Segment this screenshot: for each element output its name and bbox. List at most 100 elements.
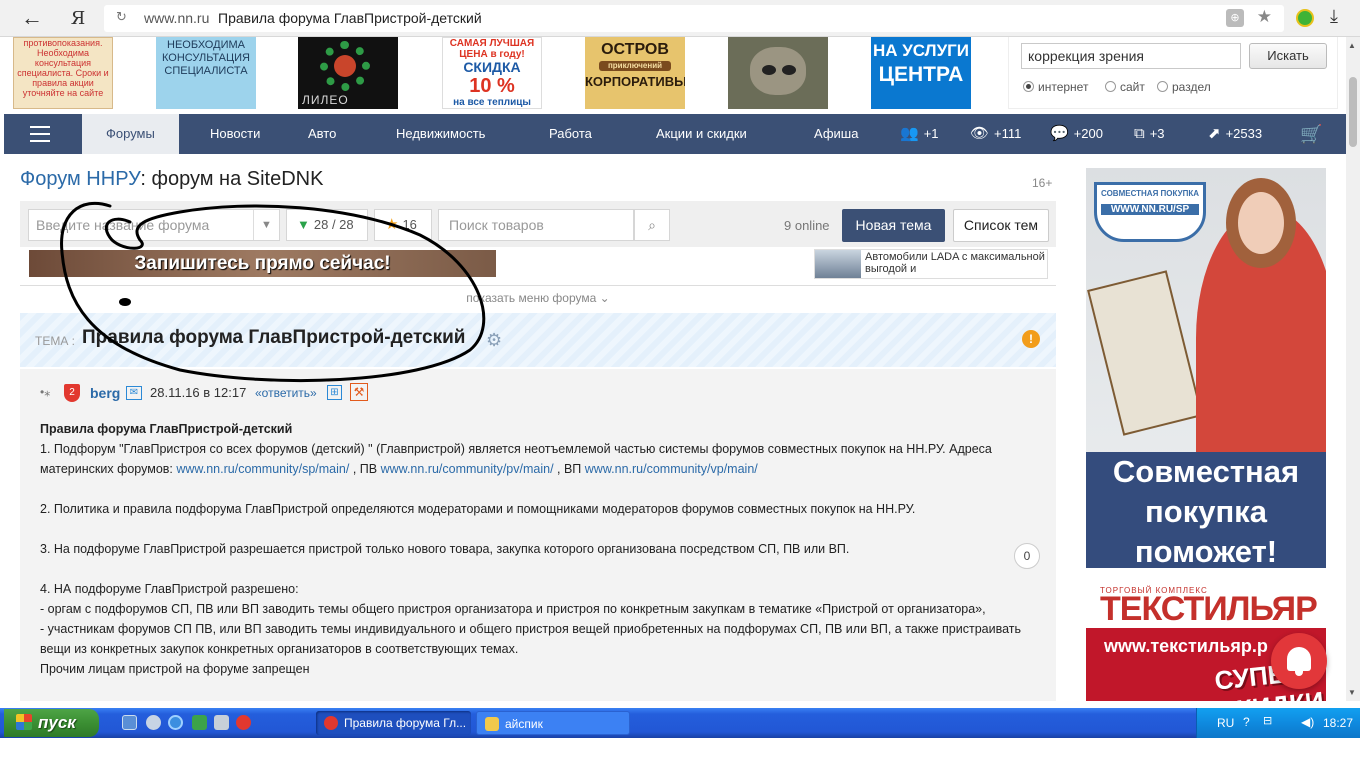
forum-toolbar: Введите название форума ▼ ▼ 28 / 28 ★ 16 По… — [20, 201, 1056, 247]
ad-banner-center[interactable]: НА УСЛУГИ ЦЕНТРА — [871, 37, 971, 109]
volume-icon[interactable]: ◀) — [1301, 715, 1314, 729]
reload-icon[interactable]: ↻ — [116, 9, 127, 25]
bookmark-star-icon[interactable]: ★ — [1257, 7, 1272, 27]
topic-header: ТЕМА : Правила форума ГлавПристрой-детск… — [20, 313, 1056, 367]
age-rating-badge: 16+ — [1032, 176, 1053, 190]
rating-arrow-icon: ⬈ — [1208, 125, 1221, 142]
forum-link-sp[interactable]: www.nn.ru/community/sp/main/ — [176, 462, 349, 476]
nav-events[interactable]: Афиша — [814, 114, 858, 154]
start-button[interactable]: пуск — [4, 709, 99, 737]
alert-icon[interactable]: ! — [1022, 330, 1040, 348]
task-label: Правила форума Гл... — [344, 716, 467, 730]
search-icon[interactable]: ⌕ — [634, 209, 670, 241]
shield-icon[interactable] — [192, 715, 207, 730]
nav-stat-windows[interactable]: ⧉ +3 — [1134, 114, 1165, 154]
ad-center-top: НА УСЛУГИ — [872, 41, 970, 60]
site-search-button[interactable]: Искать — [1249, 43, 1327, 69]
ad-banner-medical[interactable]: противопоказания. Необходима консультаци… — [13, 37, 113, 109]
topic-title: Правила форума ГлавПристрой-детский — [82, 327, 466, 348]
nav-forums[interactable]: Форумы — [82, 114, 179, 154]
post-text: , ВП — [553, 462, 585, 476]
help-icon[interactable]: ? — [1243, 715, 1250, 729]
ad-banner-island[interactable]: ОСТРОВ приключений КОРПОРАТИВЫ — [585, 37, 685, 109]
nav-stat-friends[interactable]: 👥 +1 — [900, 114, 939, 154]
side-ad-joint-purchase[interactable]: СОВМЕСТНАЯ ПОКУПКА WWW.NN.RU/SP Совместн… — [1086, 168, 1326, 568]
cart-icon[interactable]: 🛒 — [1300, 124, 1322, 145]
nav-realty[interactable]: Недвижимость — [396, 114, 485, 154]
mail-icon[interactable]: ✉ — [126, 386, 142, 400]
ad-island-bottom: КОРПОРАТИВЫ — [585, 74, 685, 89]
search-scope-internet[interactable]: интернет — [1023, 80, 1088, 94]
sp-ad-caption: Совместная покупка поможет! — [1086, 452, 1326, 568]
ad-banner-signup[interactable]: Запишитесь прямо сейчас! — [29, 250, 496, 277]
radio-icon — [1157, 81, 1168, 92]
nav-news[interactable]: Новости — [210, 114, 260, 154]
ad-banner-lileo[interactable]: ЛИЛЕО — [298, 37, 398, 109]
ad-banner-raccoon[interactable] — [728, 37, 828, 109]
scroll-thumb[interactable] — [1349, 77, 1357, 147]
sp-logo-top: СОВМЕСТНАЯ ПОКУПКА — [1100, 189, 1199, 198]
scroll-down-arrow-icon[interactable]: ▼ — [1348, 688, 1356, 697]
address-bar[interactable]: ↻ www.nn.ru Правила форума ГлавПристрой-… — [104, 5, 1284, 32]
nav-jobs[interactable]: Работа — [549, 114, 592, 154]
chevron-down-icon[interactable]: ▼ — [253, 210, 279, 240]
forum-link-pv[interactable]: www.nn.ru/community/pv/main/ — [381, 462, 554, 476]
post-author-link[interactable]: berg — [90, 385, 120, 401]
protect-icon[interactable]: ⊕ — [1226, 9, 1244, 27]
favorites-button[interactable]: ★ 16 — [374, 209, 432, 241]
media-player-icon[interactable] — [146, 715, 161, 730]
task-folder-window[interactable]: айспик — [476, 711, 630, 735]
page-scrollbar[interactable]: ▲ ▼ — [1346, 37, 1360, 701]
reply-link[interactable]: «ответить» — [255, 386, 317, 400]
nav-stat-rating[interactable]: ⬈ +2533 — [1208, 114, 1262, 154]
task-browser-window[interactable]: Правила форума Гл... — [316, 711, 471, 735]
hamburger-menu-icon[interactable] — [30, 126, 50, 142]
yandex-browser-icon[interactable] — [236, 715, 251, 730]
nav-stat-views[interactable]: 👁 +111 — [970, 114, 1021, 154]
extension-icon[interactable] — [1296, 9, 1314, 27]
ad-lada[interactable]: Автомобили LADA с максимальной выгодой и — [814, 249, 1048, 279]
search-scope-section[interactable]: раздел — [1157, 80, 1211, 94]
nav-stat-messages[interactable]: 💬 +200 — [1050, 114, 1103, 154]
settings-gear-icon[interactable]: ⚙ — [486, 330, 502, 351]
search-scope-site[interactable]: сайт — [1105, 80, 1145, 94]
network-tray-icon[interactable]: ⊟ — [1263, 714, 1272, 727]
network-icon[interactable] — [214, 715, 229, 730]
show-forum-menu-label: показать меню форума — [466, 291, 597, 305]
filter-button[interactable]: ▼ 28 / 28 — [286, 209, 368, 241]
ad-banner-consultation[interactable]: НЕОБХОДИМА КОНСУЛЬТАЦИЯ СПЕЦИАЛИСТА — [156, 37, 256, 109]
star-icon: ★ — [385, 216, 399, 233]
post-heading: Правила форума ГлавПристрой-детский — [40, 422, 293, 436]
forum-link-vp[interactable]: www.nn.ru/community/vp/main/ — [585, 462, 758, 476]
site-search-input[interactable] — [1021, 43, 1241, 69]
forum-home-link[interactable]: Форум ННРУ — [20, 168, 140, 190]
new-topic-button[interactable]: Новая тема — [842, 209, 945, 242]
language-indicator[interactable]: RU — [1217, 716, 1234, 730]
screen-bottom-area — [0, 738, 1360, 768]
desktop-icon[interactable] — [122, 715, 137, 730]
ad-banner-greenhouse[interactable]: САМАЯ ЛУЧШАЯ ЦЕНА в году! СКИДКА 10 % на… — [442, 37, 542, 109]
goods-search-input[interactable]: Поиск товаров — [438, 209, 634, 241]
ad-banner-lileo-text: ЛИЛЕО — [302, 93, 349, 107]
chevron-down-icon: ⌄ — [599, 291, 610, 305]
gift-icon[interactable]: ⊞ — [327, 385, 342, 400]
post-paragraph: - оргам с подфорумов СП, ПВ или ВП завод… — [40, 602, 986, 616]
post-paragraph: Прочим лицам пристрой на форуме запрещен — [40, 662, 310, 676]
ie-icon[interactable] — [168, 715, 183, 730]
topics-list-button[interactable]: Список тем — [953, 209, 1049, 242]
show-forum-menu-toggle[interactable]: показать меню форума ⌄ — [20, 285, 1056, 309]
system-tray: RU ? ⊟ ◀) 18:27 — [1196, 708, 1360, 738]
forum-name-select[interactable]: Введите название форума ▼ — [28, 209, 280, 241]
download-icon[interactable]: ⤓ — [1330, 6, 1338, 27]
scroll-up-arrow-icon[interactable]: ▲ — [1348, 41, 1356, 50]
nav-promotions[interactable]: Акции и скидки — [656, 114, 747, 154]
moderator-hammer-icon[interactable]: ⚒ — [350, 383, 368, 401]
ad-banner-consultation-text: НЕОБХОДИМА КОНСУЛЬТАЦИЯ СПЕЦИАЛИСТА — [162, 39, 250, 77]
back-button[interactable]: ← — [18, 6, 46, 32]
yandex-button[interactable]: Я — [68, 6, 88, 32]
user-badge-icon: 2 — [64, 384, 80, 402]
bell-shape — [1287, 647, 1311, 671]
notification-bell-icon[interactable] — [1271, 633, 1327, 689]
ad-lada-text: Автомобили LADA с максимальной выгодой и — [865, 251, 1045, 275]
nav-auto[interactable]: Авто — [308, 114, 336, 154]
